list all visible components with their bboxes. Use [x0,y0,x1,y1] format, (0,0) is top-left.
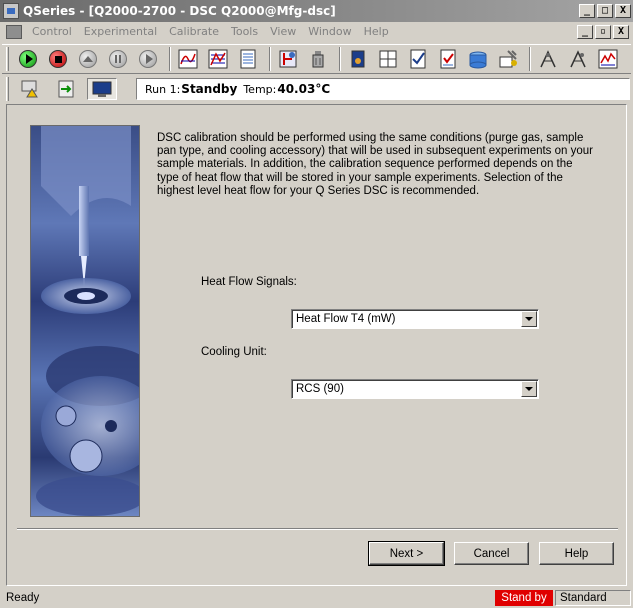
skip-button[interactable] [135,47,161,71]
signal-plot-icon [208,49,228,69]
calibration-icon [440,49,456,69]
window-title: QSeries - [Q2000-2700 - DSC Q2000@Mfg-ds… [23,4,336,18]
method-button[interactable] [275,47,301,71]
start-icon [19,50,37,68]
app-icon[interactable] [3,3,19,19]
menu-window[interactable]: Window [302,22,357,42]
dsc-cell-image [30,125,140,517]
chart-button[interactable] [595,47,621,71]
autosampler-icon [312,51,324,68]
tools-button[interactable] [495,47,521,71]
transfer-button[interactable] [51,78,81,100]
grid-icon [379,50,397,68]
calibration-wizard-panel: DSC calibration should be performed usin… [6,104,627,586]
thermal-curve-icon [178,49,198,69]
temp-value: 40.03°C [277,82,331,96]
dsc-cell-illustration [36,126,139,516]
menu-calibrate[interactable]: Calibrate [163,22,225,42]
cooling-unit-icon [469,51,487,69]
main-toolbar [2,44,631,74]
status-bar: Ready Stand by Standard [0,588,633,608]
notes-button[interactable] [235,47,261,71]
minimize-button[interactable]: _ [579,4,595,18]
cooling-unit-value: RCS (90) [296,383,344,395]
cooling-unit-button[interactable] [465,47,491,71]
peak2-button[interactable] [565,47,591,71]
toolbar-grip[interactable] [6,47,9,71]
eject-icon [79,50,97,68]
divider [17,528,618,530]
thermal-curve-button[interactable] [175,47,201,71]
stop-icon [49,50,67,68]
next-button[interactable]: Next > [368,541,445,566]
temp-label: Temp: [243,82,277,96]
grid-button[interactable] [375,47,401,71]
run-state: Standby [181,82,238,96]
menu-tools[interactable]: Tools [225,22,264,42]
skip-icon [139,50,157,68]
help-button[interactable]: Help [539,542,614,565]
instrument-view-button[interactable] [87,78,117,100]
alert-instrument-button[interactable] [15,78,45,100]
doc-minimize-button[interactable]: _ [577,25,593,39]
cooling-unit-select[interactable]: RCS (90) [291,379,539,399]
document-icon[interactable] [6,25,22,39]
chevron-down-icon[interactable] [521,381,537,397]
mode-status: Standard [555,590,631,606]
instrument-warning-icon [21,80,38,98]
method-icon [279,50,297,68]
doc-restore-button[interactable]: ▫ [595,25,611,39]
notes-icon [240,49,256,69]
signal-plot-button[interactable] [205,47,231,71]
status-ready: Ready [6,592,40,604]
menu-experimental[interactable]: Experimental [78,22,163,42]
furnace-icon [351,50,365,68]
chevron-down-icon[interactable] [521,311,537,327]
menu-bar: Control Experimental Calibrate Tools Vie… [0,22,633,42]
run-label: Run 1: [145,82,181,96]
cooling-unit-label: Cooling Unit: [201,346,267,358]
pause-button[interactable] [105,47,131,71]
transfer-icon [58,80,74,98]
chart-icon [598,49,618,69]
autosampler-button[interactable] [305,47,331,71]
peak-icon [540,50,556,68]
furnace-button[interactable] [345,47,371,71]
calibration-button[interactable] [435,47,461,71]
start-button[interactable] [15,47,41,71]
calibration-description: DSC calibration should be performed usin… [157,132,593,197]
run-status-bar: Run 1: Standby Temp: 40.03°C [2,76,631,102]
checklist-icon [410,49,426,69]
checklist-button[interactable] [405,47,431,71]
menu-control[interactable]: Control [26,22,78,42]
title-bar: QSeries - [Q2000-2700 - DSC Q2000@Mfg-ds… [0,0,633,22]
monitor-icon [92,81,112,97]
menu-view[interactable]: View [264,22,302,42]
doc-close-button[interactable]: X [613,25,629,39]
cancel-button[interactable]: Cancel [454,542,529,565]
peak2-icon [570,50,586,68]
heat-flow-value: Heat Flow T4 (mW) [296,313,396,325]
eject-button[interactable] [75,47,101,71]
maximize-button[interactable]: □ [597,4,613,18]
stop-button[interactable] [45,47,71,71]
standby-status-badge: Stand by [495,590,553,606]
pause-icon [109,50,127,68]
heat-flow-select[interactable]: Heat Flow T4 (mW) [291,309,539,329]
tools-icon [499,50,517,68]
close-button[interactable]: X [615,4,631,18]
run-info-panel: Run 1: Standby Temp: 40.03°C [136,78,630,100]
menu-help[interactable]: Help [358,22,395,42]
heat-flow-label: Heat Flow Signals: [201,276,297,288]
peak-button[interactable] [535,47,561,71]
